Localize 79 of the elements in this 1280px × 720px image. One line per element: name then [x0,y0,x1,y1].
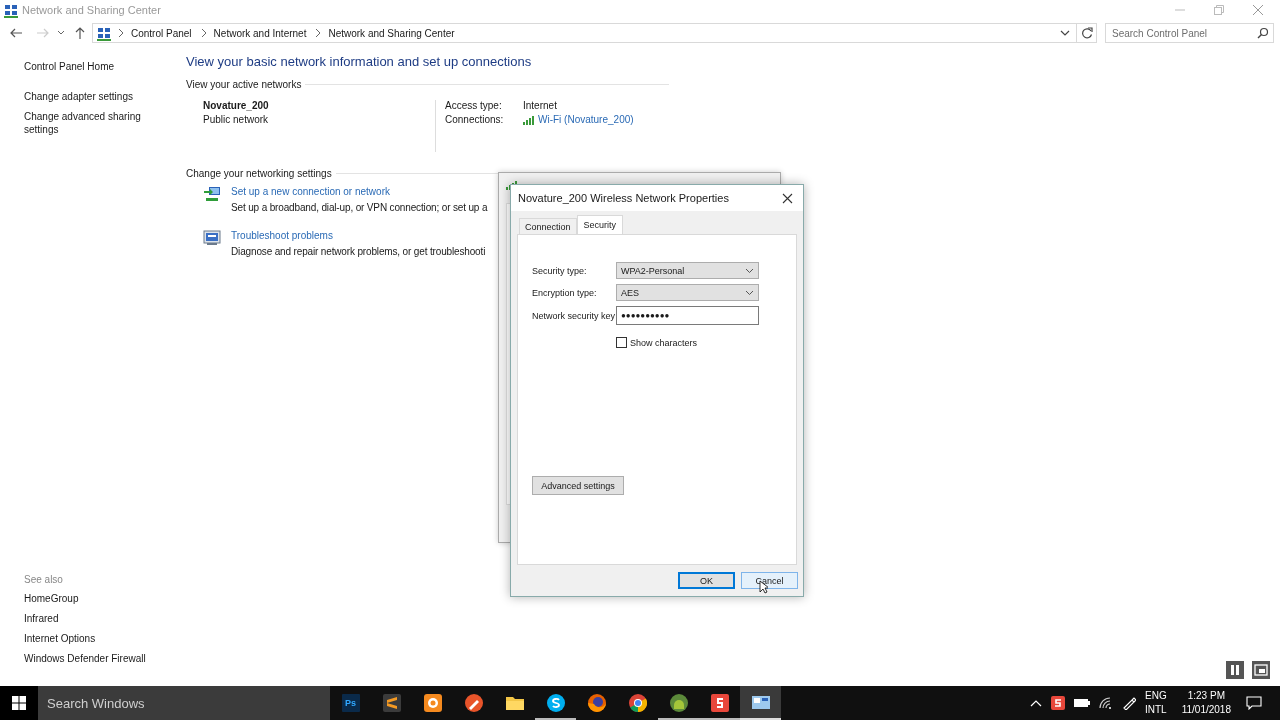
taskbar-app-button[interactable] [740,686,781,720]
wifi-icon[interactable] [1099,697,1113,709]
chevron-icon [199,28,208,38]
section-label: Change your networking settings [186,168,332,179]
task-link[interactable]: Set up a new connection or network [231,186,488,197]
caret-icon [745,289,754,296]
sidebar-link[interactable]: Windows Defender Firewall [24,652,164,665]
network-type[interactable]: Public network [203,114,435,125]
sidebar-link[interactable]: HomeGroup [24,592,164,605]
address-bar[interactable]: Control Panel Network and Internet Network and Sharing Center [92,23,1077,43]
chevron-up-icon[interactable] [1030,699,1042,707]
dialog-button[interactable]: OK [678,572,735,589]
field-label: Security type: [532,265,588,276]
clock[interactable]: 1:23 PM 11/01/2018 [1181,689,1231,717]
pen-tray-icon[interactable] [1122,696,1136,710]
checkbox[interactable] [616,337,627,348]
language-indicator[interactable]: ENG INTL [1145,689,1167,717]
tab[interactable]: Security [576,215,624,234]
search-icon [1257,27,1269,39]
section-label: See also [24,574,64,585]
checkbox-label: Show characters [630,337,698,348]
dropdown-icon[interactable] [56,29,66,37]
start-button[interactable] [0,686,38,720]
pen-icon [464,694,483,712]
sidebar-link[interactable]: Change adapter settings [24,90,164,103]
dropdown-icon[interactable] [1060,29,1070,37]
refresh-icon [1080,27,1093,39]
section-label: View your active networks [186,79,302,90]
network-icon [4,2,18,18]
password-field[interactable]: ●●●●●●●●●● [616,306,759,325]
taskbar-app-button[interactable]: Ps [330,686,371,720]
task-description: Diagnose and repair network problems, or get troubleshooti [231,246,486,257]
sidebar-link[interactable]: Infrared [24,612,164,625]
screen-icon[interactable] [1252,661,1270,679]
back-arrow-icon[interactable] [9,27,23,39]
field-label: Access type: [445,100,503,111]
photoshop-icon: Ps [341,694,360,712]
task-description: Set up a broadband, dial-up, or VPN connection; or set up a [231,202,488,213]
folder-icon [505,694,524,712]
search-field[interactable]: Search Control Panel [1105,23,1274,43]
network-computers-icon [203,185,221,202]
signal-icon [523,114,534,125]
chevron-icon [117,28,125,38]
breadcrumb[interactable]: Network and Sharing Center [328,27,455,39]
refresh-button[interactable] [1077,23,1097,43]
breadcrumb[interactable]: Control Panel [131,27,192,39]
windows-logo-icon [12,696,26,710]
tab[interactable]: Connection [519,218,577,234]
field-value: Internet [523,100,558,111]
page-heading: View your basic network information and set up connections [186,54,533,69]
field-label: Encryption type: [532,287,598,298]
sidebar-link[interactable]: Control Panel Home [24,60,164,73]
dropdown[interactable]: AES [616,284,759,301]
chrome-icon [628,694,647,712]
chevron-icon [314,28,323,38]
connection-link[interactable]: Wi-Fi (Novature_200) [538,114,634,125]
notification-icon[interactable] [1246,696,1262,710]
window-icon [751,694,770,712]
network-icon [97,25,111,41]
close-icon[interactable] [782,192,793,204]
field-label: Connections: [445,114,505,125]
network-name: Novature_200 [203,100,270,111]
breadcrumb[interactable]: Network and Internet [213,27,307,39]
monitor-icon [203,229,221,246]
sidebar-link[interactable]: Internet Options [24,632,164,645]
battery-icon[interactable] [1074,698,1090,708]
dialog-title: Novature_200 Wireless Network Properties [518,192,729,204]
dropdown[interactable]: WPA2-Personal [616,262,759,279]
caret-icon [745,267,754,274]
advanced-settings-button[interactable]: Advanced settings [532,476,624,495]
up-arrow-icon[interactable] [74,26,86,40]
search-field[interactable]: Search Windows [38,686,330,720]
task-link[interactable]: Troubleshoot problems [231,230,486,241]
app-tray-icon[interactable] [1051,696,1065,710]
skype-icon [546,694,565,712]
pause-icon[interactable] [1226,661,1244,679]
sidebar-link[interactable]: Change advanced sharing settings [24,110,164,136]
field-label: Network security key [532,310,616,321]
window-title: Network and Sharing Center [22,4,161,16]
